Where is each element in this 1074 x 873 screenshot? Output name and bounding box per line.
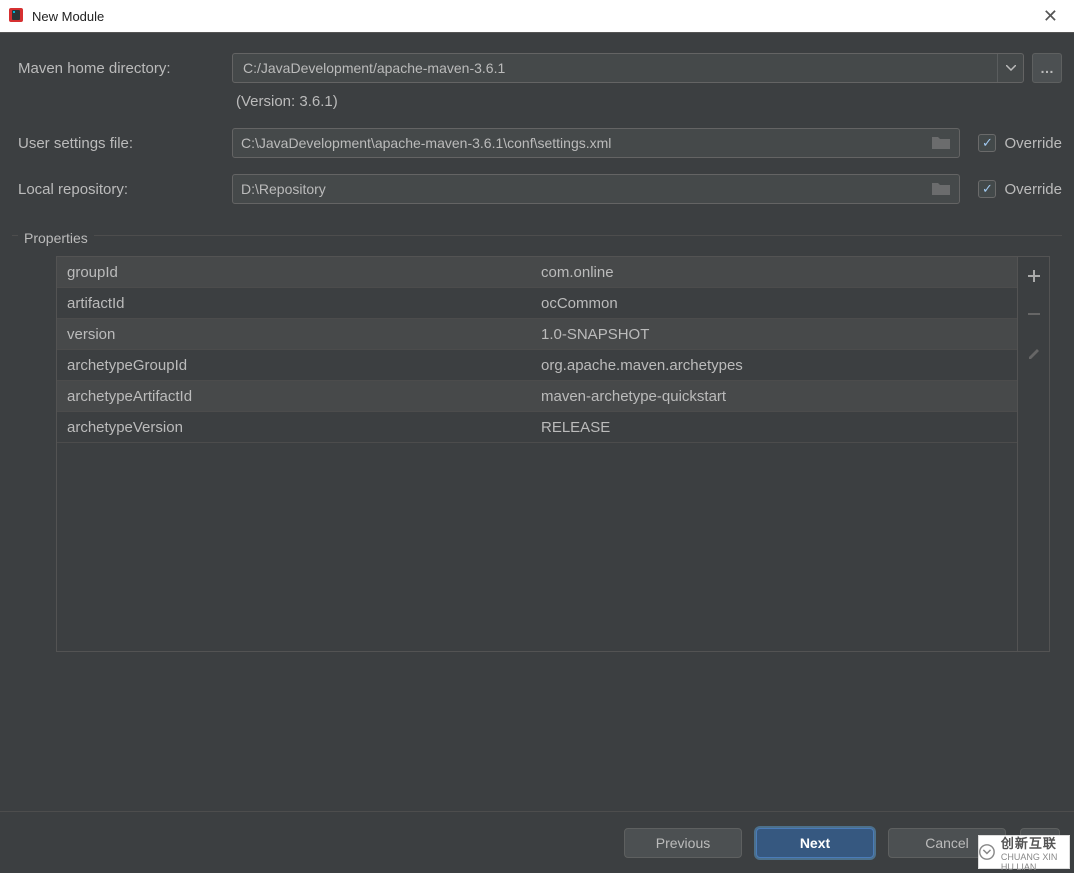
app-icon [8, 7, 24, 26]
table-row[interactable]: artifactIdocCommon [57, 288, 1017, 319]
dialog-content: Maven home directory: C:/JavaDevelopment… [0, 32, 1074, 873]
property-value: maven-archetype-quickstart [537, 388, 1017, 405]
property-value: 1.0-SNAPSHOT [537, 326, 1017, 343]
table-row[interactable]: archetypeGroupIdorg.apache.maven.archety… [57, 350, 1017, 381]
properties-table[interactable]: groupIdcom.onlineartifactIdocCommonversi… [56, 256, 1018, 652]
properties-toolbar [1018, 256, 1050, 652]
dialog-footer: Previous Next Cancel [0, 811, 1074, 873]
user-settings-override-checkbox[interactable]: ✓ [978, 134, 996, 152]
watermark-brand: 创新互联 [1001, 833, 1069, 852]
user-settings-value: C:\JavaDevelopment\apache-maven-3.6.1\co… [241, 135, 931, 151]
property-key: archetypeArtifactId [57, 388, 537, 405]
property-key: version [57, 326, 537, 343]
property-value: org.apache.maven.archetypes [537, 357, 1017, 374]
local-repo-override-checkbox[interactable]: ✓ [978, 180, 996, 198]
property-key: artifactId [57, 295, 537, 312]
table-row[interactable]: groupIdcom.online [57, 257, 1017, 288]
folder-icon[interactable] [931, 134, 951, 153]
property-key: archetypeVersion [57, 419, 537, 436]
maven-version-note: (Version: 3.6.1) [236, 93, 1062, 110]
maven-home-label: Maven home directory: [12, 60, 224, 77]
remove-button[interactable] [1018, 295, 1049, 333]
watermark-sub: CHUANG XIN HU LIAN [1001, 852, 1069, 872]
user-settings-label: User settings file: [12, 135, 224, 152]
previous-button[interactable]: Previous [624, 828, 742, 858]
properties-title: Properties [18, 230, 94, 246]
local-repo-value: D:\Repository [241, 181, 931, 197]
property-key: groupId [57, 264, 537, 281]
edit-button[interactable] [1018, 333, 1049, 371]
table-row[interactable]: archetypeVersionRELEASE [57, 412, 1017, 443]
property-key: archetypeGroupId [57, 357, 537, 374]
divider [12, 235, 1062, 236]
maven-home-value: C:/JavaDevelopment/apache-maven-3.6.1 [233, 60, 997, 76]
local-repo-label: Local repository: [12, 181, 224, 198]
property-value: ocCommon [537, 295, 1017, 312]
watermark: 创新互联 CHUANG XIN HU LIAN [978, 835, 1070, 869]
property-value: RELEASE [537, 419, 1017, 436]
titlebar: New Module ✕ [0, 0, 1074, 32]
chevron-down-icon[interactable] [997, 54, 1023, 82]
add-button[interactable] [1018, 257, 1049, 295]
maven-home-browse-button[interactable]: … [1032, 53, 1062, 83]
table-row[interactable]: version1.0-SNAPSHOT [57, 319, 1017, 350]
next-button[interactable]: Next [756, 828, 874, 858]
folder-icon[interactable] [931, 180, 951, 199]
maven-home-combo[interactable]: C:/JavaDevelopment/apache-maven-3.6.1 [232, 53, 1024, 83]
local-repo-override-label: Override [1004, 181, 1062, 198]
user-settings-override-label: Override [1004, 135, 1062, 152]
local-repo-field[interactable]: D:\Repository [232, 174, 960, 204]
user-settings-field[interactable]: C:\JavaDevelopment\apache-maven-3.6.1\co… [232, 128, 960, 158]
window-title: New Module [32, 9, 104, 24]
table-row[interactable]: archetypeArtifactIdmaven-archetype-quick… [57, 381, 1017, 412]
close-icon[interactable]: ✕ [1035, 2, 1066, 31]
property-value: com.online [537, 264, 1017, 281]
